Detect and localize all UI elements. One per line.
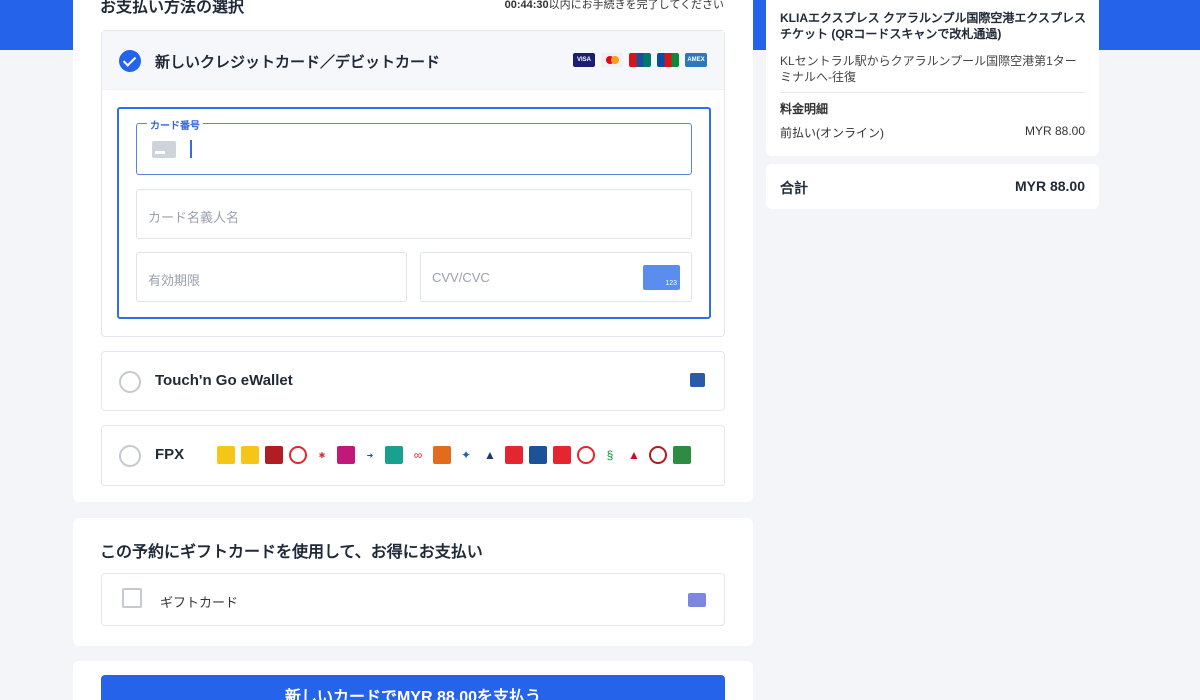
card-brand-logos: VISA AMEX (573, 53, 707, 67)
tng-label: Touch'n Go eWallet (155, 372, 293, 389)
gift-icon (688, 593, 706, 607)
payment-option-new-card: 新しいクレジットカード／デビットカード VISA AMEX カード番号 カード名… (101, 30, 725, 337)
bank-logo-icon (217, 446, 235, 464)
payment-option-header[interactable]: 新しいクレジットカード／デビットカード VISA AMEX (102, 31, 724, 90)
gift-card-title: この予約にギフトカードを使用して、お得にお支払い (100, 544, 483, 561)
bank-logo-icon: ➜ (361, 446, 379, 464)
gift-card-label: ギフトカード (160, 595, 239, 610)
bank-logo-icon (577, 446, 595, 464)
timer-value: 00:44:30 (504, 0, 549, 11)
price-line-label: 前払い(オンライン) (780, 126, 884, 140)
unionpay-logo-icon (629, 53, 651, 67)
visa-logo-icon: VISA (573, 53, 595, 67)
gift-card-option[interactable]: ギフトカード (101, 573, 725, 626)
price-line-value: MYR 88.00 (1024, 124, 1085, 138)
pay-button[interactable]: 新しいカードでMYR 88.00を支払う (101, 675, 725, 700)
card-number-input[interactable]: カード番号 (136, 117, 692, 175)
fpx-bank-logos: ✱ ➜ ∞ ✦ ▲ § ▲ (217, 446, 691, 464)
new-card-label: 新しいクレジットカード／デビットカード (155, 54, 441, 71)
bank-logo-icon (649, 446, 667, 464)
bank-logo-icon: § (601, 446, 619, 464)
jcb-logo-icon (657, 53, 679, 67)
bank-logo-icon (433, 446, 451, 464)
total-label: 合計 (780, 180, 808, 196)
route-description: KLセントラル駅からクアラルンプール国際空港第1ターミナルへ-往復 (780, 54, 1077, 84)
expiry-placeholder: 有効期限 (148, 273, 201, 288)
text-cursor (190, 140, 192, 158)
bank-logo-icon: ✦ (457, 446, 475, 464)
gift-card-panel: この予約にギフトカードを使用して、お得にお支払い ギフトカード (73, 518, 753, 646)
radio-unchecked-icon[interactable] (119, 445, 141, 467)
cardholder-placeholder: カード名義人名 (148, 210, 240, 225)
gift-card-checkbox[interactable] (122, 588, 142, 608)
cvv-card-icon (643, 265, 680, 290)
bank-logo-icon: ∞ (409, 446, 427, 464)
cvv-input[interactable]: CVV/CVC (420, 252, 692, 302)
bank-logo-icon: ▲ (481, 446, 499, 464)
bank-logo-icon (673, 446, 691, 464)
payment-option-fpx[interactable]: FPX ✱ ➜ ∞ ✦ ▲ § ▲ (101, 425, 725, 486)
timer-suffix: 以内にお手続きを完了してください (548, 0, 724, 11)
expiry-date-input[interactable]: 有効期限 (136, 252, 407, 302)
mastercard-logo-icon (601, 53, 623, 67)
bank-logo-icon: ✱ (313, 446, 331, 464)
cardholder-name-input[interactable]: カード名義人名 (136, 189, 692, 239)
bank-logo-icon (553, 446, 571, 464)
product-title: KLIAエクスプレス クアラルンプル国際空港エクスプレスチケット (QRコードス… (780, 11, 1087, 41)
pay-button-panel: 新しいカードでMYR 88.00を支払う (73, 661, 753, 700)
total-panel: 合計 MYR 88.00 (766, 164, 1099, 209)
section-title: お支払い方法の選択 (100, 0, 245, 16)
fpx-label: FPX (155, 446, 185, 463)
bank-logo-icon (529, 446, 547, 464)
card-form: カード番号 カード名義人名 有効期限 CVV/CVC (117, 107, 711, 319)
tng-wallet-icon (690, 373, 705, 387)
payment-option-tng[interactable]: Touch'n Go eWallet (101, 351, 725, 411)
divider (780, 92, 1085, 93)
amex-logo-icon: AMEX (685, 53, 707, 67)
radio-unchecked-icon[interactable] (119, 371, 141, 393)
card-number-label: カード番号 (147, 117, 203, 132)
credit-card-icon (152, 141, 176, 158)
booking-summary-panel: KLIAエクスプレス クアラルンプル国際空港エクスプレスチケット (QRコードス… (766, 0, 1099, 156)
bank-logo-icon (337, 446, 355, 464)
radio-checked-icon[interactable] (119, 50, 141, 72)
cvv-placeholder: CVV/CVC (432, 270, 490, 285)
bank-logo-icon (385, 446, 403, 464)
payment-method-panel: お支払い方法の選択 00:44:30以内にお手続きを完了してください 新しいクレ… (73, 0, 753, 502)
bank-logo-icon: ▲ (625, 446, 643, 464)
bank-logo-icon (241, 446, 259, 464)
bank-logo-icon (265, 446, 283, 464)
price-breakdown-title: 料金明細 (780, 102, 829, 116)
total-value: MYR 88.00 (1014, 178, 1085, 194)
bank-logo-icon (289, 446, 307, 464)
bank-logo-icon (505, 446, 523, 464)
countdown-timer: 00:44:30以内にお手続きを完了してください (505, 0, 724, 12)
